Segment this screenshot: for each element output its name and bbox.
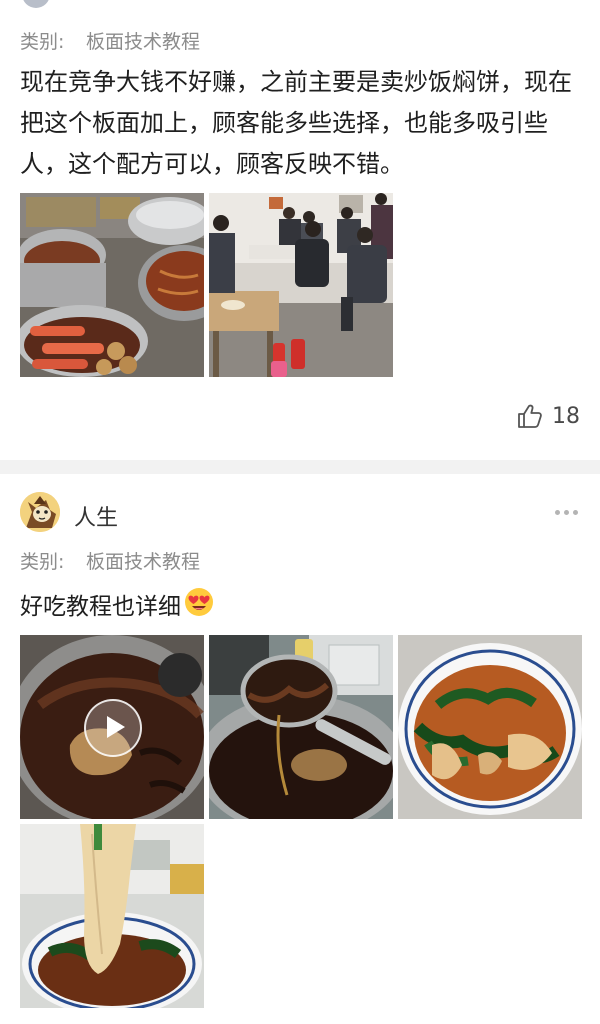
like-count: 18 bbox=[552, 403, 580, 429]
post-text-content: 好吃教程也详细 bbox=[20, 594, 181, 620]
avatar[interactable] bbox=[20, 492, 60, 532]
video-broth-pot-thumbnail[interactable] bbox=[20, 635, 204, 819]
category-label: 类别: bbox=[20, 551, 65, 573]
post-separator bbox=[0, 460, 600, 474]
heart-eyes-emoji-icon bbox=[183, 586, 215, 631]
restaurant-diners-photo[interactable] bbox=[209, 193, 393, 377]
noodle-bowl-photo[interactable] bbox=[398, 635, 582, 819]
post-text: 现在竞争大钱不好赚，之前主要是卖炒饭焖饼，现在把这个板面加上，顾客能多些选择，也… bbox=[20, 68, 572, 178]
username[interactable]: 人生 bbox=[74, 500, 118, 532]
thumbs-up-icon bbox=[518, 404, 542, 428]
avatar[interactable] bbox=[22, 0, 50, 8]
post-text: 好吃教程也详细 bbox=[20, 582, 215, 627]
post-card: 人生 类别: 板面技术教程 好吃教程也详细 bbox=[0, 474, 600, 1024]
post-card: 类别: 板面技术教程 现在竞争大钱不好赚，之前主要是卖炒饭焖饼，现在把这个板面加… bbox=[0, 0, 600, 460]
more-icon[interactable] bbox=[555, 510, 578, 515]
food-stall-pots-photo[interactable] bbox=[20, 193, 204, 377]
ladle-broth-photo[interactable] bbox=[209, 635, 393, 819]
category-label: 类别: bbox=[20, 31, 65, 53]
play-icon[interactable] bbox=[84, 699, 142, 757]
noodle-lift-photo[interactable] bbox=[20, 824, 204, 1008]
category-link[interactable]: 板面技术教程 bbox=[86, 27, 200, 54]
like-button[interactable]: 18 bbox=[516, 402, 580, 430]
category-link[interactable]: 板面技术教程 bbox=[86, 547, 200, 574]
